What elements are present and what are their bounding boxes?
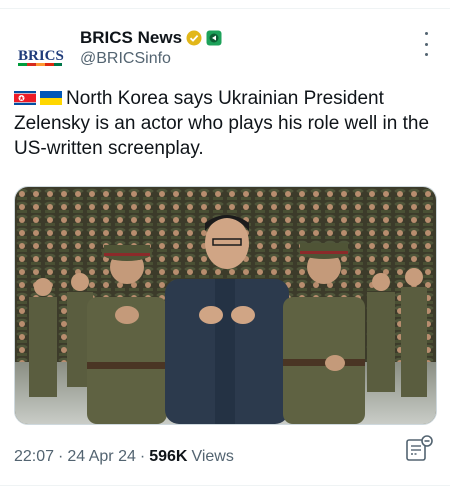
views-label: Views: [191, 448, 234, 465]
tweet-time[interactable]: 22:07: [14, 448, 54, 466]
top-divider: [0, 8, 450, 9]
ukraine-flag-icon: [40, 91, 62, 105]
name-row: BRICS News: [80, 28, 222, 48]
analytics-icon[interactable]: [404, 434, 434, 464]
north-korea-flag-icon: [14, 91, 36, 105]
brics-logo-icon: BRICS: [15, 29, 65, 79]
meta-separator: ·: [58, 448, 64, 465]
tweet-meta: 22:07 · 24 Apr 24 · 596K Views: [14, 448, 234, 466]
tweet-date[interactable]: 24 Apr 24: [67, 448, 136, 466]
gold-check-icon: [186, 30, 202, 46]
meta-separator: ·: [139, 448, 146, 465]
handle[interactable]: @BRICSinfo: [80, 50, 171, 68]
display-name[interactable]: BRICS News: [80, 28, 182, 48]
tweet-text: North Korea says Ukrainian President Zel…: [14, 88, 430, 159]
tweet-header: BRICS BRICS News @BRICSinfo: [14, 24, 436, 80]
green-badge-icon: [206, 30, 222, 46]
views-count: 596K: [149, 448, 188, 465]
avatar[interactable]: BRICS: [14, 28, 66, 80]
svg-text:BRICS: BRICS: [18, 48, 64, 64]
crowd-photo-image: [15, 187, 436, 424]
tweet-text-block: North Korea says Ukrainian President Zel…: [14, 86, 434, 161]
more-options-icon[interactable]: [416, 32, 436, 56]
bottom-divider: [0, 485, 450, 486]
tweet-photo[interactable]: [14, 186, 437, 425]
